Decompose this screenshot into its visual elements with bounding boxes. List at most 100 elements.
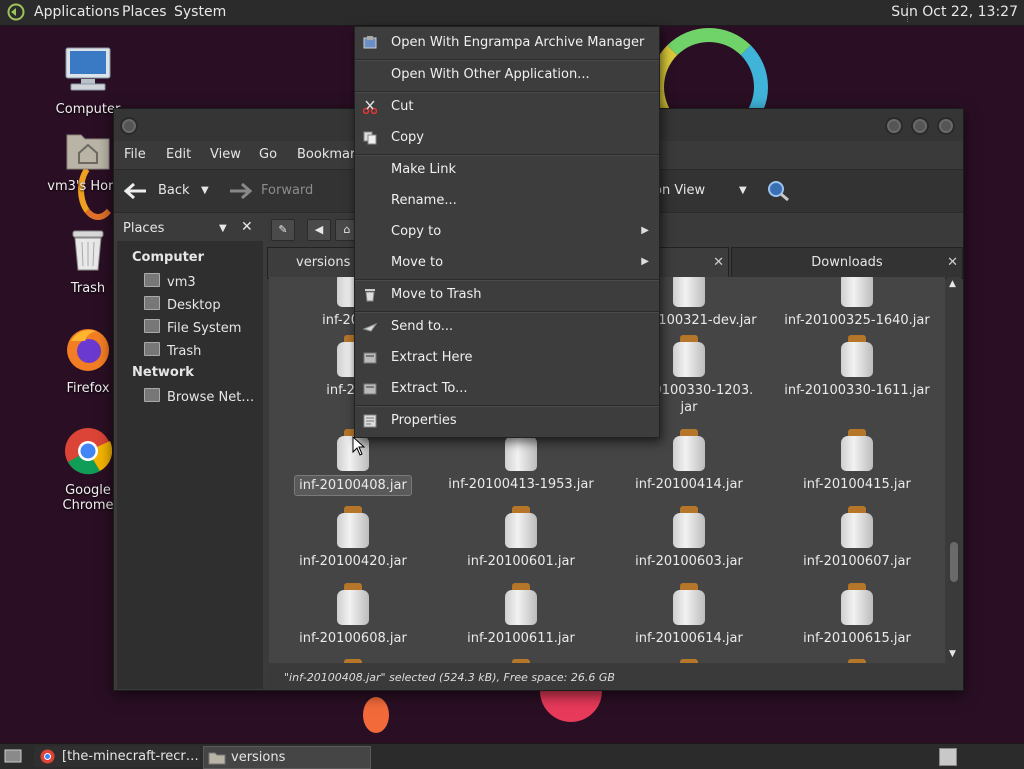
menu-item-properties[interactable]: Properties [355, 406, 659, 436]
jar-file-icon [672, 506, 706, 548]
trash-icon [72, 230, 104, 271]
desktop-icon-computer[interactable]: Computer [43, 46, 133, 117]
jar-file-icon [336, 583, 370, 625]
file-label: inf-20100413-1953.jar [448, 477, 594, 492]
jar-file-icon [336, 659, 370, 663]
tab-close-icon[interactable]: ✕ [713, 248, 724, 278]
search-icon[interactable] [766, 180, 790, 202]
menu-item-copy-to[interactable]: Copy to ▶ [355, 217, 659, 247]
sidebar-close-icon[interactable]: ✕ [241, 219, 253, 235]
file-item[interactable]: inf-20100414.jar [605, 429, 773, 494]
back-history-chevron-icon[interactable]: ▼ [201, 185, 209, 196]
menu-item-open-with-other[interactable]: Open With Other Application... [355, 60, 659, 90]
file-item[interactable]: inf-20100415.jar [773, 429, 941, 494]
menu-item-move-to[interactable]: Move to ▶ [355, 248, 659, 278]
menu-go[interactable]: Go [259, 147, 277, 162]
file-label: inf-20100601.jar [467, 554, 575, 569]
file-item[interactable]: inf-20100601.jar [437, 506, 605, 571]
forward-button[interactable]: Forward [261, 183, 313, 198]
menu-item-cut[interactable]: Cut [355, 92, 659, 122]
forward-arrow-icon[interactable] [228, 181, 252, 201]
jar-file-icon [336, 506, 370, 548]
file-item-partial[interactable] [773, 659, 941, 663]
scroll-down-icon[interactable]: ▼ [949, 649, 956, 659]
file-item[interactable]: inf-20100607.jar [773, 506, 941, 571]
home-folder-icon [66, 134, 110, 170]
minimize-icon[interactable] [885, 117, 903, 135]
tab-close-icon[interactable]: ✕ [947, 248, 958, 278]
task-label: [the-minecraft-recr… [62, 749, 199, 764]
back-arrow-icon[interactable] [124, 181, 148, 201]
file-item-partial[interactable] [437, 659, 605, 663]
file-label: inf-20100614.jar [635, 631, 743, 646]
file-item[interactable]: inf-20100603.jar [605, 506, 773, 571]
file-item[interactable]: inf-20100608.jar [269, 583, 437, 648]
file-item[interactable]: inf-20100413-1953.jar [437, 429, 605, 494]
sidebar-heading-network: Network [132, 365, 194, 380]
scroll-up-icon[interactable]: ▲ [949, 279, 956, 289]
menu-item-copy[interactable]: Copy [355, 123, 659, 153]
menu-edit[interactable]: Edit [166, 147, 191, 162]
menu-item-rename[interactable]: Rename... [355, 186, 659, 216]
menu-item-make-link[interactable]: Make Link [355, 155, 659, 185]
location-edit-icon[interactable]: ✎ [271, 219, 295, 241]
file-item-partial[interactable] [269, 659, 437, 663]
task-button-versions[interactable]: versions [203, 746, 371, 769]
menu-file[interactable]: File [124, 147, 146, 162]
menu-item-move-to-trash[interactable]: Move to Trash [355, 280, 659, 310]
menu-item-extract-here[interactable]: Extract Here [355, 343, 659, 373]
firefox-icon [67, 329, 109, 371]
places-menu[interactable]: Places [122, 4, 167, 20]
trash-icon [365, 289, 375, 302]
archive-manager-icon [363, 36, 377, 49]
window-menu-icon[interactable] [120, 117, 138, 135]
file-label: inf-20100420.jar [299, 554, 407, 569]
sidebar-item-browse-network[interactable]: Browse Net… [144, 388, 254, 405]
sidebar-item-file-system[interactable]: File System [144, 319, 241, 336]
sidebar-item-trash[interactable]: Trash [144, 342, 201, 359]
sidebar-selector[interactable]: Places [123, 221, 164, 236]
tab-downloads[interactable]: Downloads ✕ [731, 247, 963, 279]
file-item[interactable]: inf-20100611.jar [437, 583, 605, 648]
menu-item-send-to[interactable]: Send to... [355, 312, 659, 342]
clock[interactable]: Sun Oct 22, 13:27 [891, 4, 1018, 20]
file-item-partial[interactable] [605, 659, 773, 663]
desktop-folder-icon [144, 296, 160, 310]
close-icon[interactable] [937, 117, 955, 135]
file-item[interactable]: inf-20100420.jar [269, 506, 437, 571]
jar-file-icon [840, 583, 874, 625]
menu-item-extract-to[interactable]: Extract To... [355, 374, 659, 404]
applications-menu[interactable]: Applications [34, 4, 120, 20]
sidebar-selector-chevron-icon[interactable]: ▼ [219, 223, 227, 234]
workspace-switcher[interactable] [939, 748, 957, 766]
taskbar: [the-minecraft-recr… versions [0, 743, 1024, 769]
file-label: inf-20100608.jar [299, 631, 407, 646]
file-item[interactable]: inf-20100614.jar [605, 583, 773, 648]
mouse-pointer-icon [352, 436, 366, 456]
computer-icon [65, 47, 111, 91]
vertical-scrollbar[interactable]: ▲ ▼ [947, 277, 961, 663]
file-label: inf-20100607.jar [803, 554, 911, 569]
view-mode-select[interactable]: on View [654, 183, 705, 198]
mate-logo-icon[interactable] [6, 3, 26, 21]
back-button[interactable]: Back [158, 183, 190, 198]
view-mode-chevron-icon[interactable]: ▼ [739, 185, 747, 196]
sidebar: Places ▼ ✕ Computer vm3 Desktop File Sys… [117, 215, 263, 689]
jar-file-icon [840, 506, 874, 548]
jar-file-icon [840, 277, 874, 307]
sidebar-item-vm3[interactable]: vm3 [144, 273, 196, 290]
file-item[interactable]: inf-20100325-1640.jar [773, 277, 941, 330]
scrollbar-thumb[interactable] [950, 542, 958, 582]
status-text: "inf-20100408.jar" selected (524.3 kB), … [284, 671, 615, 684]
sidebar-item-desktop[interactable]: Desktop [144, 296, 221, 313]
show-desktop-icon[interactable] [4, 748, 22, 764]
maximize-icon[interactable] [911, 117, 929, 135]
jar-file-icon [672, 429, 706, 471]
task-button-chrome[interactable]: [the-minecraft-recr… [34, 746, 200, 767]
file-item[interactable]: inf-20100615.jar [773, 583, 941, 648]
path-left-arrow-icon[interactable]: ◀ [307, 219, 331, 241]
file-item[interactable]: inf-20100330-1611.jar [773, 335, 941, 400]
system-menu[interactable]: System [174, 4, 226, 20]
menu-item-open-with-engrampa[interactable]: Open With Engrampa Archive Manager [355, 28, 659, 58]
menu-view[interactable]: View [210, 147, 241, 162]
